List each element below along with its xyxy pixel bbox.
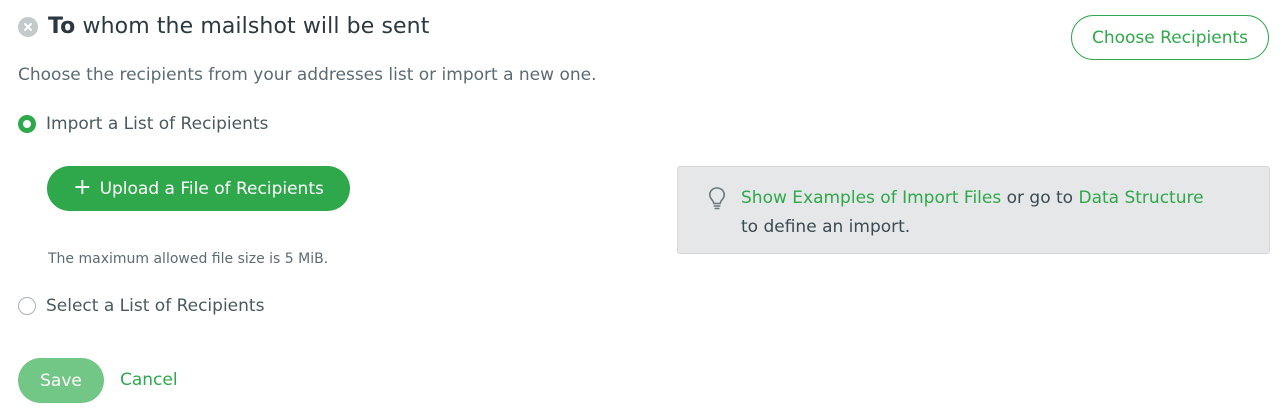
title-bold: To [48,14,76,39]
recipients-step: To whom the mailshot will be sent Choose… [0,0,1282,413]
section-title: To whom the mailshot will be sent [48,14,429,39]
hint-define-text: to define an import. [741,217,911,237]
show-examples-link[interactable]: Show Examples of Import Files [741,188,1001,208]
radio-select-label: Select a List of Recipients [46,296,265,316]
hint-text: Show Examples of Import Files or go to D… [741,184,1251,242]
upload-file-label: Upload a File of Recipients [99,178,324,199]
radio-import-label: Import a List of Recipients [46,114,269,134]
data-structure-link[interactable]: Data Structure [1078,188,1203,208]
import-hint-box: Show Examples of Import Files or go to D… [677,166,1270,254]
radio-import-indicator[interactable] [18,115,36,133]
lightbulb-icon [708,186,726,214]
section-subtitle: Choose the recipients from your addresse… [18,65,597,85]
title-rest: whom the mailshot will be sent [82,14,430,39]
section-header: To whom the mailshot will be sent [18,14,429,39]
max-file-size-note: The maximum allowed file size is 5 MiB. [48,251,329,267]
close-circle-icon [18,16,38,37]
radio-select-list[interactable]: Select a List of Recipients [18,296,264,316]
upload-file-button[interactable]: + Upload a File of Recipients [47,166,350,211]
cancel-link[interactable]: Cancel [120,370,178,390]
radio-select-indicator[interactable] [18,297,36,315]
plus-icon: + [73,174,92,200]
save-button[interactable]: Save [18,358,104,403]
hint-or-go-to: or go to [1001,188,1079,208]
choose-recipients-button[interactable]: Choose Recipients [1071,15,1269,60]
radio-import-list[interactable]: Import a List of Recipients [18,114,268,134]
